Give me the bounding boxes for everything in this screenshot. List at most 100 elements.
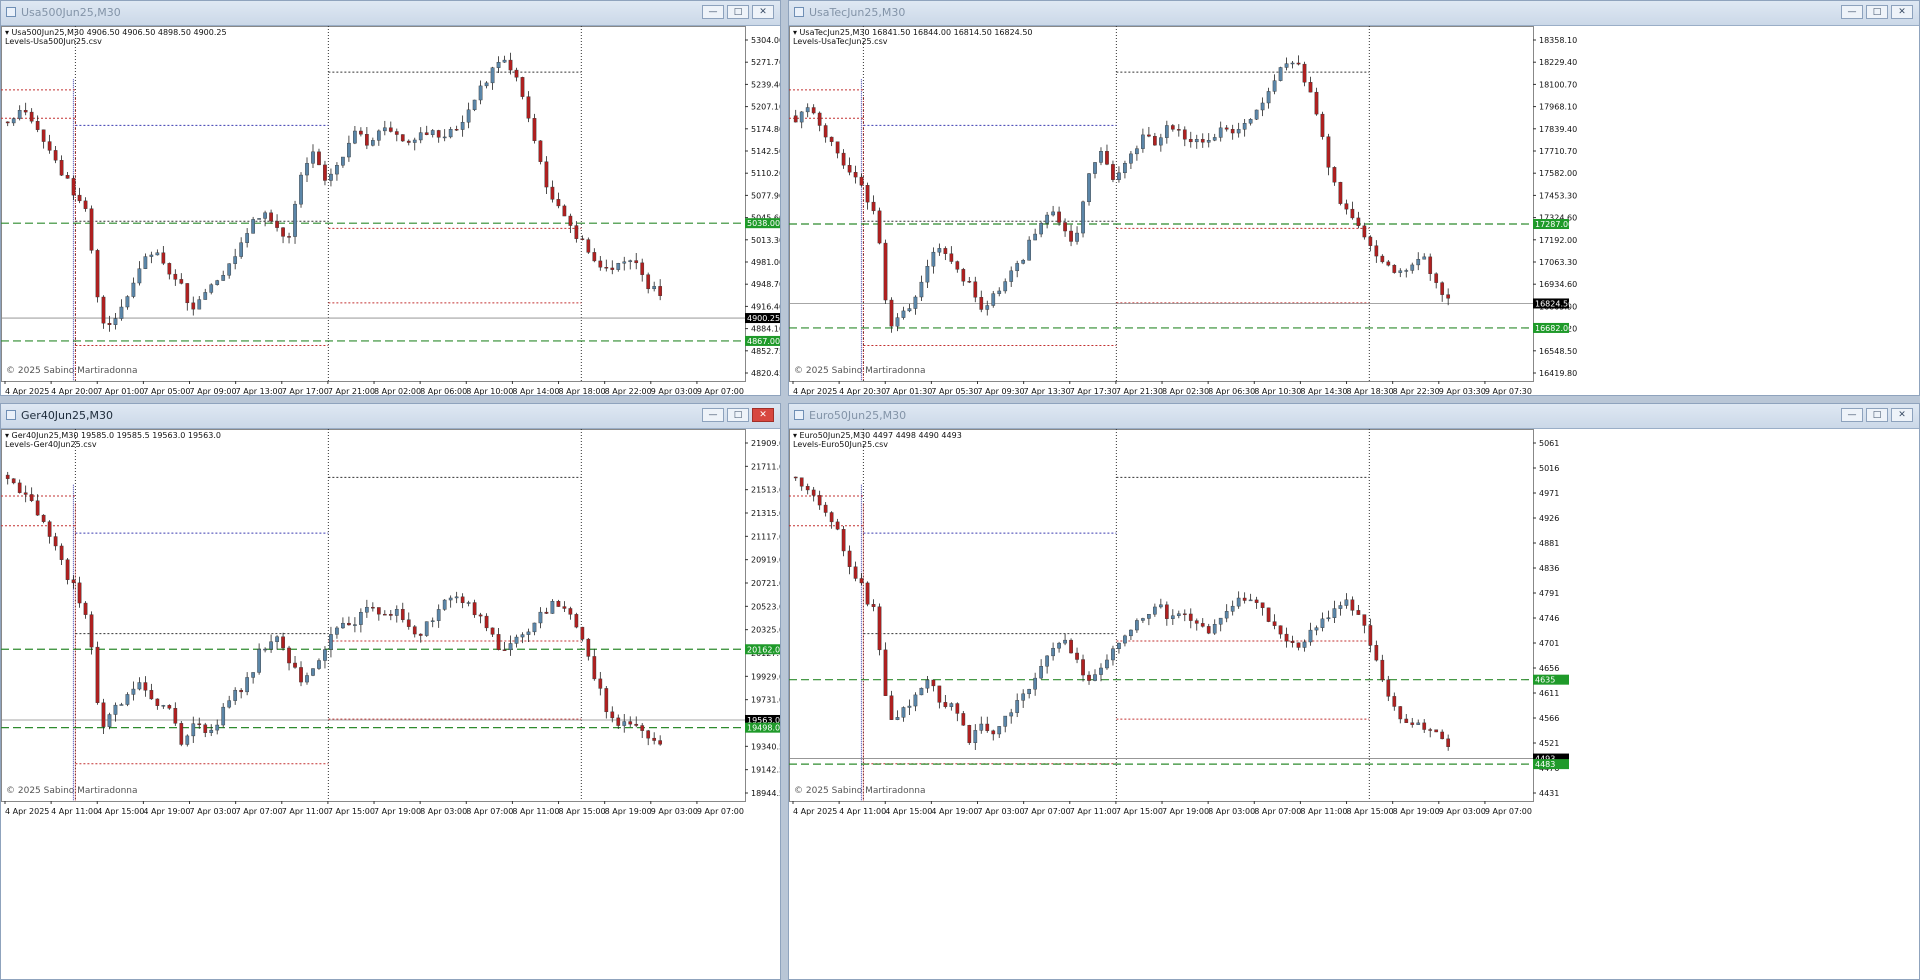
close-button[interactable]: ✕ (752, 408, 774, 422)
x-axis-label: 4 Apr 11:00 (51, 807, 98, 816)
close-button[interactable]: ✕ (752, 5, 774, 19)
plot-area[interactable] (1, 26, 746, 382)
levels-indicator-label: Levels-Ger40Jun25.csv (5, 440, 97, 449)
candle (251, 216, 255, 234)
price-tag: 4635 (1535, 676, 1555, 685)
y-axis-label: 17582.00 (1539, 169, 1577, 178)
chart-window-usatec[interactable]: UsaTecJun25,M30 — □ ✕ ▾ UsaTecJun25,M30 … (788, 0, 1920, 396)
x-axis-label: 8 Apr 18:30 (1347, 387, 1394, 395)
x-axis-label: 8 Apr 18:00 (559, 387, 606, 395)
symbol-quote: ▾ Usa500Jun25,M30 4906.50 4906.50 4898.5… (5, 28, 227, 37)
x-axis-label: 7 Apr 01:00 (97, 387, 144, 395)
price-tag: 4483 (1535, 760, 1555, 769)
price-tag: 5038.00 (747, 219, 780, 228)
candle (95, 641, 100, 705)
chart-canvas[interactable]: ▾ Euro50Jun25,M30 4497 4498 4490 4493Lev… (789, 429, 1919, 979)
y-axis-label: 21513.0 (751, 486, 780, 495)
candle (299, 172, 303, 208)
maximize-button[interactable]: □ (727, 5, 749, 19)
chart-window-euro50[interactable]: Euro50Jun25,M30 — □ ✕ ▾ Euro50Jun25,M30 … (788, 403, 1920, 980)
maximize-button[interactable]: □ (1866, 408, 1888, 422)
chart-canvas[interactable]: ▾ Ger40Jun25,M30 19585.0 19585.5 19563.0… (1, 429, 780, 979)
x-axis-label: 7 Apr 09:30 (978, 387, 1025, 395)
x-axis-label: 4 Apr 11:00 (839, 807, 886, 816)
price-chart[interactable]: ▾ Usa500Jun25,M30 4906.50 4906.50 4898.5… (1, 26, 780, 395)
window-titlebar[interactable]: Usa500Jun25,M30 — □ ✕ (1, 1, 780, 26)
chart-window-icon (6, 410, 16, 420)
price-chart[interactable]: ▾ UsaTecJun25,M30 16841.50 16844.00 1681… (789, 26, 1919, 395)
candle (574, 612, 579, 629)
price-chart[interactable]: ▾ Euro50Jun25,M30 4497 4498 4490 4493 Lev… (789, 429, 1919, 979)
x-axis-label: 8 Apr 03:00 (1208, 807, 1255, 816)
y-axis-label: 5013.30 (751, 236, 780, 245)
x-axis-label: 8 Apr 22:30 (1393, 387, 1440, 395)
x-axis-label: 8 Apr 11:00 (512, 807, 559, 816)
price-chart[interactable]: ▾ Ger40Jun25,M30 19585.0 19585.5 19563.0… (1, 429, 780, 979)
levels-indicator-label: Levels-Usa500Jun25.csv (5, 37, 102, 46)
y-axis-label: 4566 (1539, 714, 1559, 723)
y-axis-label: 4746 (1539, 614, 1559, 623)
x-axis-label: 8 Apr 19:00 (605, 807, 652, 816)
x-axis-label: 4 Apr 2025 (793, 387, 837, 395)
x-axis-label: 9 Apr 03:30 (1439, 387, 1486, 395)
y-axis-label: 20325.0 (751, 626, 780, 635)
x-axis-label: 8 Apr 02:30 (1162, 387, 1209, 395)
minimize-button[interactable]: — (702, 408, 724, 422)
candle (883, 642, 888, 697)
price-tag: 16824.50 (1535, 299, 1573, 308)
x-axis-label: 7 Apr 07:00 (1024, 807, 1071, 816)
y-axis-label: 4611 (1539, 689, 1559, 698)
window-titlebar[interactable]: UsaTecJun25,M30 — □ ✕ (789, 1, 1919, 26)
chart-canvas[interactable]: ▾ Usa500Jun25,M30 4906.50 4906.50 4898.5… (1, 26, 780, 395)
maximize-button[interactable]: □ (1866, 5, 1888, 19)
y-axis-label: 5077.90 (751, 191, 780, 200)
candle (215, 279, 220, 286)
y-axis-label: 5271.70 (751, 58, 780, 67)
y-axis-label: 4948.70 (751, 280, 780, 289)
candle (586, 237, 591, 254)
candle (1087, 173, 1091, 206)
x-axis-label: 7 Apr 13:30 (1024, 387, 1071, 395)
x-axis-label: 4 Apr 15:00 (97, 807, 144, 816)
candle (550, 599, 555, 614)
x-axis-label: 7 Apr 17:00 (282, 387, 329, 395)
y-axis-label: 5207.10 (751, 103, 780, 112)
x-axis-label: 7 Apr 01:30 (885, 387, 932, 395)
y-axis-label: 5061 (1539, 439, 1559, 448)
plot-area[interactable] (789, 429, 1534, 802)
minimize-button[interactable]: — (1841, 408, 1863, 422)
y-axis-label: 4916.40 (751, 302, 780, 311)
window-title: Euro50Jun25,M30 (809, 409, 907, 422)
x-axis-label: 9 Apr 03:00 (651, 807, 698, 816)
window-title: Ger40Jun25,M30 (21, 409, 113, 422)
x-axis-label: 7 Apr 05:00 (143, 387, 190, 395)
candle (520, 76, 525, 100)
minimize-button[interactable]: — (702, 5, 724, 19)
window-titlebar[interactable]: Ger40Jun25,M30 — □ ✕ (1, 404, 780, 429)
x-axis-label: 8 Apr 15:00 (559, 807, 606, 816)
chart-canvas[interactable]: ▾ UsaTecJun25,M30 16841.50 16844.00 1681… (789, 26, 1919, 395)
y-axis-label: 4820.45 (751, 369, 780, 378)
y-axis-label: 19340.5 (751, 742, 780, 751)
x-axis-label: 8 Apr 07:00 (1254, 807, 1301, 816)
x-axis-label: 8 Apr 22:00 (605, 387, 652, 395)
minimize-button[interactable]: — (1841, 5, 1863, 19)
x-axis-label: 7 Apr 09:00 (190, 387, 237, 395)
candle (1392, 264, 1397, 274)
close-button[interactable]: ✕ (1891, 5, 1913, 19)
y-axis-label: 17063.30 (1539, 258, 1577, 267)
y-axis-label: 4791 (1539, 589, 1559, 598)
close-button[interactable]: ✕ (1891, 408, 1913, 422)
x-axis-label: 8 Apr 10:30 (1254, 387, 1301, 395)
y-axis-label: 5110.20 (751, 169, 780, 178)
plot-area[interactable] (1, 429, 746, 802)
candle (472, 99, 477, 112)
candle (538, 140, 543, 165)
x-axis-label: 4 Apr 15:00 (885, 807, 932, 816)
y-axis-label: 21117.0 (751, 532, 780, 541)
candle (1081, 200, 1085, 238)
chart-window-ger40[interactable]: Ger40Jun25,M30 — □ ✕ ▾ Ger40Jun25,M30 19… (0, 403, 781, 980)
window-titlebar[interactable]: Euro50Jun25,M30 — □ ✕ (789, 404, 1919, 429)
chart-window-usa500[interactable]: Usa500Jun25,M30 — □ ✕ ▾ Usa500Jun25,M30 … (0, 0, 781, 396)
maximize-button[interactable]: □ (727, 408, 749, 422)
